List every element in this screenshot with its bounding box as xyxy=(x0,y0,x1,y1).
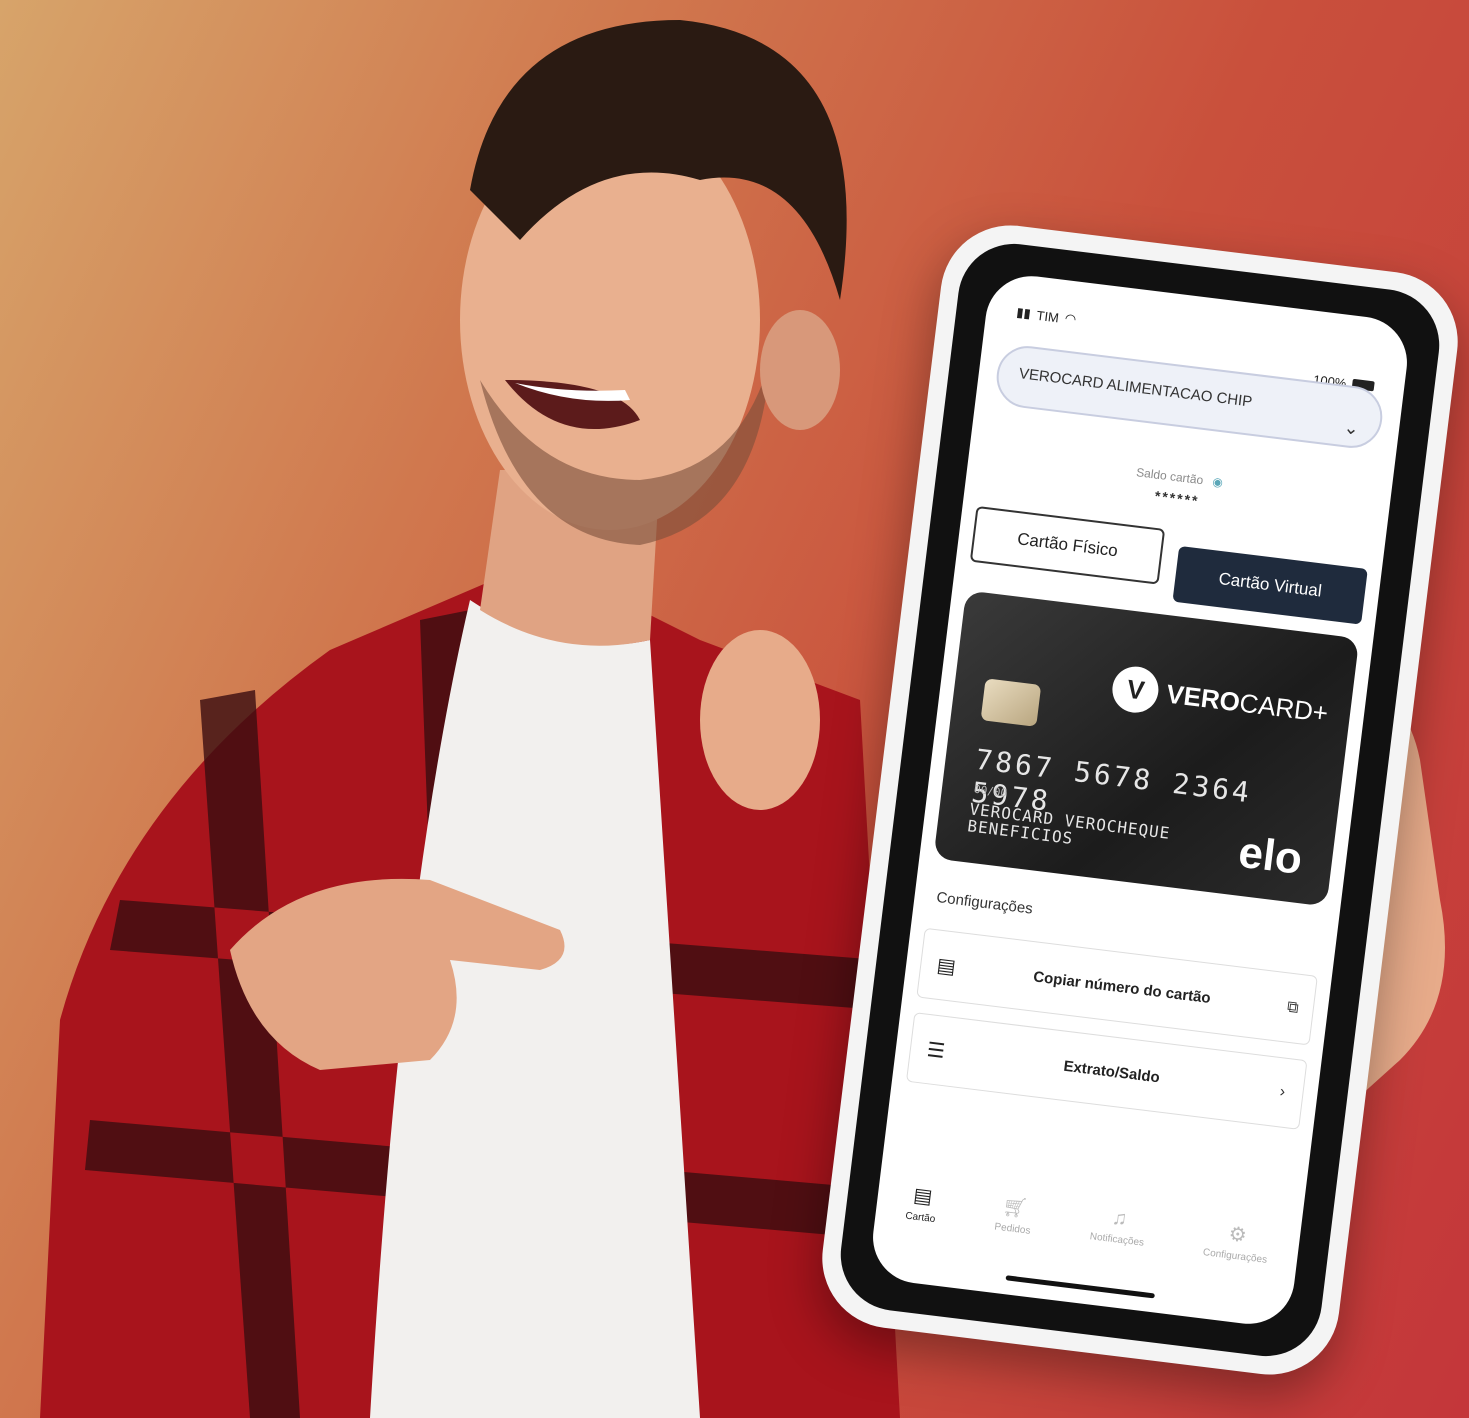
carrier-label: TIM xyxy=(1035,307,1060,325)
bottom-navigation: ▤ Cartão 🛒︎ Pedidos ♫ Notificações ⚙ Con… xyxy=(871,1178,1300,1299)
nav-settings-label: Configurações xyxy=(1202,1247,1268,1266)
copy-card-number-label: Copiar número do cartão xyxy=(1032,967,1212,1007)
nav-item-card[interactable]: ▤ Cartão xyxy=(905,1182,940,1225)
elo-logo: elo xyxy=(1235,827,1305,884)
card-selector-label: VEROCARD ALIMENTACAO CHIP xyxy=(1018,365,1254,411)
balance-label: Saldo cartão xyxy=(1135,465,1205,488)
statement-balance-label: Extrato/Saldo xyxy=(1062,1057,1161,1086)
nav-orders-label: Pedidos xyxy=(993,1221,1032,1237)
card-chip-icon xyxy=(980,678,1042,727)
eye-icon[interactable]: ◉ xyxy=(1212,475,1224,490)
nav-notifications-label: Notificações xyxy=(1089,1231,1145,1249)
cart-icon: 🛒︎ xyxy=(1001,1195,1029,1221)
settings-section-title: Configurações xyxy=(935,889,1034,918)
virtual-card-image: V VEROCARD+ 7867 5678 2364 5978 00/00 VE… xyxy=(933,590,1360,907)
nav-card-label: Cartão xyxy=(904,1210,936,1226)
tab-physical-card[interactable]: Cartão Físico xyxy=(969,505,1166,585)
copy-icon: ⧉ xyxy=(1286,998,1300,1017)
signal-icon: ▮▮ xyxy=(1015,304,1032,322)
verocard-logo-mark: V xyxy=(1110,664,1162,716)
wallet-icon: ▤ xyxy=(935,954,958,979)
wifi-icon: ◠ xyxy=(1064,310,1078,327)
verocard-logo: V VEROCARD+ xyxy=(1110,664,1331,736)
card-brand-suffix: CARD+ xyxy=(1238,687,1330,728)
chevron-down-icon: ⌄ xyxy=(1342,417,1361,439)
nav-item-settings[interactable]: ⚙ Configurações xyxy=(1202,1218,1271,1266)
nav-item-notifications[interactable]: ♫ Notificações xyxy=(1089,1204,1148,1249)
chevron-right-icon: › xyxy=(1278,1083,1287,1101)
card-brand: VERO xyxy=(1164,678,1242,717)
tab-virtual-card[interactable]: Cartão Virtual xyxy=(1172,545,1368,625)
ear xyxy=(760,310,840,430)
wallet-nav-icon: ▤ xyxy=(912,1184,934,1209)
bell-icon: ♫ xyxy=(1110,1206,1129,1231)
nav-item-orders[interactable]: 🛒︎ Pedidos xyxy=(993,1193,1035,1237)
list-icon: ☰ xyxy=(925,1038,947,1063)
gear-icon: ⚙ xyxy=(1227,1223,1248,1248)
app-screen: ▮▮ TIM ◠ 100% VEROCARD ALIMENTACAO CHIP … xyxy=(867,270,1413,1330)
thumb xyxy=(700,630,820,810)
